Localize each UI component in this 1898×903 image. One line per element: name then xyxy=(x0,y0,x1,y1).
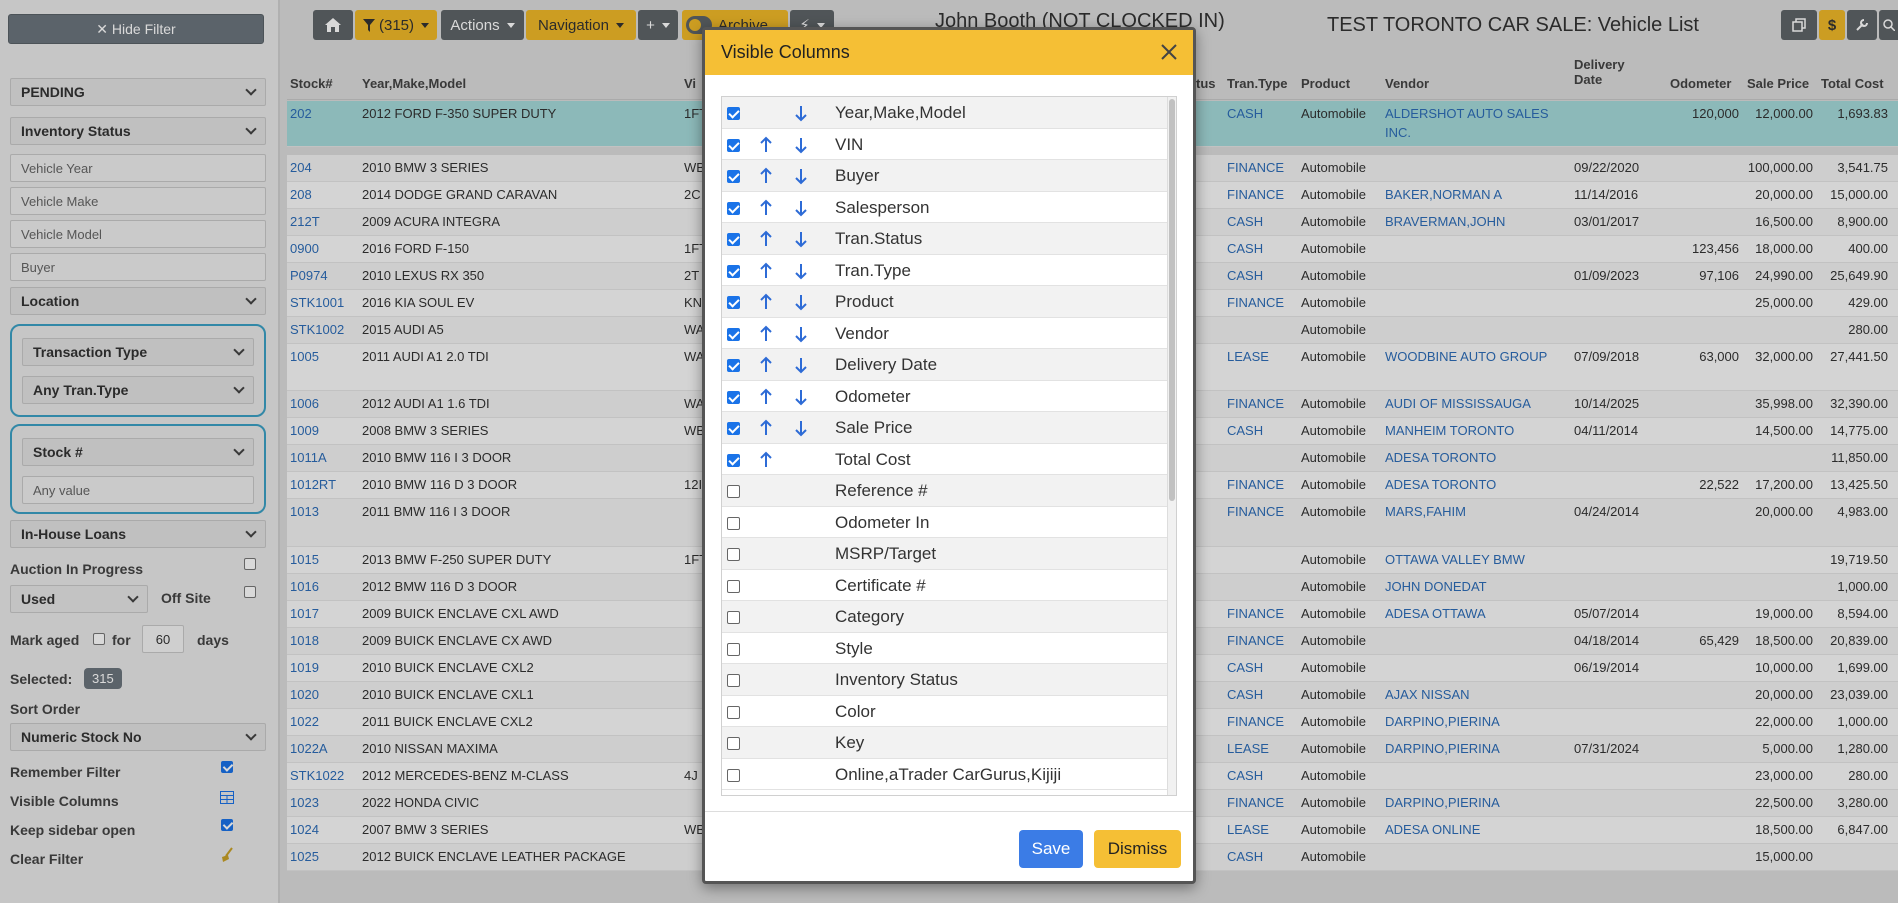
column-visible-checkbox[interactable] xyxy=(727,548,740,561)
column-visible-checkbox[interactable] xyxy=(727,737,740,750)
column-option: Product xyxy=(722,286,1168,318)
column-visible-checkbox[interactable] xyxy=(727,453,740,467)
arrow-down-icon[interactable] xyxy=(793,356,809,374)
column-visible-checkbox[interactable] xyxy=(727,264,740,278)
dismiss-button[interactable]: Dismiss xyxy=(1094,830,1181,868)
arrow-up-icon[interactable] xyxy=(758,419,774,437)
column-option-label: Color xyxy=(835,701,876,721)
column-option: Vendor xyxy=(722,318,1168,349)
arrow-up-icon[interactable] xyxy=(758,451,774,469)
column-option-label: Tran.Type xyxy=(835,260,911,280)
column-visible-checkbox[interactable] xyxy=(727,170,740,183)
column-option: VIN xyxy=(722,129,1168,160)
column-visible-checkbox[interactable] xyxy=(727,642,740,656)
column-option-label: MSRP/Target xyxy=(835,544,937,563)
column-option-label: Sale Price xyxy=(835,418,913,437)
arrow-up-icon[interactable] xyxy=(758,230,774,248)
column-visible-checkbox[interactable] xyxy=(727,422,740,435)
column-option-label: Reference # xyxy=(835,481,928,500)
column-visible-checkbox[interactable] xyxy=(727,390,740,404)
column-visible-checkbox[interactable] xyxy=(727,516,740,530)
arrow-up-icon[interactable] xyxy=(758,136,774,154)
visible-columns-dialog: Visible Columns Year,Make,Model VIN Buyer S… xyxy=(702,27,1196,884)
column-option: Tran.Status xyxy=(722,223,1168,255)
arrow-down-icon[interactable] xyxy=(793,167,809,185)
column-option-label: Tran.Status xyxy=(835,229,923,248)
column-option-label: Year,Make,Model xyxy=(835,103,966,122)
column-option-label: Vendor xyxy=(835,323,889,343)
column-option: Year,Make,Model xyxy=(722,97,1168,129)
arrow-up-icon[interactable] xyxy=(758,356,774,374)
arrow-down-icon[interactable] xyxy=(793,230,809,248)
column-option: MSRP/Target xyxy=(722,538,1168,570)
column-visible-checkbox[interactable] xyxy=(727,611,740,624)
arrow-up-icon[interactable] xyxy=(758,325,774,343)
column-option: Odometer In xyxy=(722,507,1168,538)
dialog-header: Visible Columns xyxy=(705,30,1193,75)
column-list-scrollbar[interactable] xyxy=(1167,97,1176,795)
column-option-label: Style xyxy=(835,638,873,658)
column-list: Year,Make,Model VIN Buyer Salesperson Tran.S… xyxy=(721,96,1177,796)
column-option: Odometer xyxy=(722,381,1168,412)
column-option: Color xyxy=(722,696,1168,727)
column-visible-checkbox[interactable] xyxy=(727,138,740,152)
column-option-label: Delivery Date xyxy=(835,355,938,374)
column-visible-checkbox[interactable] xyxy=(727,485,740,498)
arrow-down-icon[interactable] xyxy=(793,419,809,437)
column-visible-checkbox[interactable] xyxy=(727,201,740,215)
dialog-title: Visible Columns xyxy=(721,42,850,62)
column-visible-checkbox[interactable] xyxy=(727,579,740,593)
column-option: Category xyxy=(722,601,1168,633)
column-option: Style xyxy=(722,633,1168,664)
column-option-label: Inventory Status xyxy=(835,670,958,689)
scrollbar-thumb[interactable] xyxy=(1169,99,1175,501)
arrow-down-icon[interactable] xyxy=(793,104,809,122)
column-option-label: Certificate # xyxy=(835,575,926,595)
column-option: Total Cost xyxy=(722,444,1168,475)
arrow-down-icon[interactable] xyxy=(793,136,809,154)
arrow-down-icon[interactable] xyxy=(793,325,809,343)
column-visible-checkbox[interactable] xyxy=(727,674,740,687)
dialog-footer-divider xyxy=(705,811,1193,812)
column-option: Inventory Status xyxy=(722,664,1168,696)
column-visible-checkbox[interactable] xyxy=(727,107,740,120)
column-option-label: Odometer xyxy=(835,386,911,406)
column-option: Certificate # xyxy=(722,570,1168,601)
save-button[interactable]: Save xyxy=(1019,830,1083,868)
column-option: Key xyxy=(722,727,1168,759)
column-option: Salesperson xyxy=(722,192,1168,223)
column-option-label: Online,aTrader CarGurus,Kijiji xyxy=(835,764,1062,784)
column-option-label: Salesperson xyxy=(835,197,930,217)
column-visible-checkbox[interactable] xyxy=(727,233,740,246)
column-visible-checkbox[interactable] xyxy=(727,359,740,372)
arrow-up-icon[interactable] xyxy=(758,167,774,185)
arrow-down-icon[interactable] xyxy=(793,199,809,217)
column-option: Sale Price xyxy=(722,412,1168,444)
column-option: Delivery Date xyxy=(722,349,1168,381)
column-visible-checkbox[interactable] xyxy=(727,705,740,719)
column-option: Online,aTrader CarGurus,Kijiji xyxy=(722,759,1168,790)
column-option-label: VIN xyxy=(835,134,864,154)
column-option-label: Key xyxy=(835,733,865,752)
arrow-up-icon[interactable] xyxy=(758,293,774,311)
arrow-up-icon[interactable] xyxy=(758,262,774,280)
column-option-label: Category xyxy=(835,607,904,626)
arrow-down-icon[interactable] xyxy=(793,388,809,406)
arrow-up-icon[interactable] xyxy=(758,199,774,217)
arrow-up-icon[interactable] xyxy=(758,388,774,406)
column-visible-checkbox[interactable] xyxy=(727,768,740,782)
arrow-down-icon[interactable] xyxy=(793,262,809,280)
column-option-label: Product xyxy=(835,292,894,311)
arrow-down-icon[interactable] xyxy=(793,293,809,311)
column-visible-checkbox[interactable] xyxy=(727,296,740,309)
column-option: Reference # xyxy=(722,475,1168,507)
column-option: Buyer xyxy=(722,160,1168,192)
close-icon[interactable] xyxy=(1159,42,1179,62)
column-option-label: Total Cost xyxy=(835,449,911,469)
column-option-label: Buyer xyxy=(835,166,880,185)
column-option-label: Odometer In xyxy=(835,512,930,532)
column-option: Tran.Type xyxy=(722,255,1168,286)
column-visible-checkbox[interactable] xyxy=(727,327,740,341)
